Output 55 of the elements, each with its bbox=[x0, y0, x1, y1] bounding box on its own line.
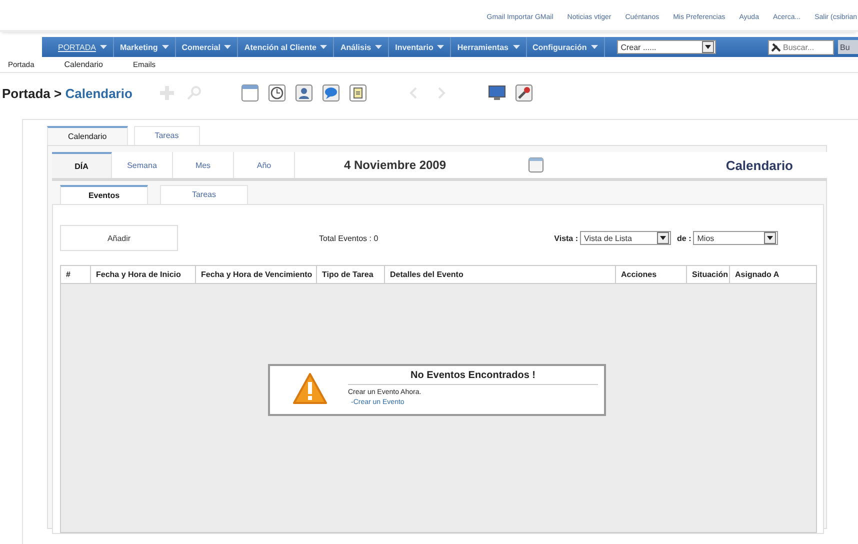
calendar-title: Calendario bbox=[726, 158, 793, 172]
menu-tab[interactable]: PORTADA bbox=[52, 37, 114, 57]
menu-tab[interactable]: Comercial bbox=[176, 37, 238, 57]
caret-icon bbox=[320, 45, 328, 49]
menu-tab[interactable]: Herramientas bbox=[451, 37, 526, 57]
column-header: # bbox=[61, 266, 91, 283]
breadcrumb: Portada > Calendario bbox=[2, 86, 134, 100]
search-box[interactable]: Buscar... bbox=[768, 40, 834, 54]
view-tab[interactable]: Año bbox=[234, 152, 295, 178]
caret-icon bbox=[162, 45, 169, 49]
subnav-link[interactable]: Calendario bbox=[64, 60, 103, 69]
owner-label: de : bbox=[677, 234, 692, 242]
view-tab[interactable]: Semana bbox=[112, 152, 173, 178]
view-select[interactable]: Vista de Lista bbox=[580, 231, 672, 245]
create-select[interactable]: Crear ...... bbox=[616, 40, 716, 54]
tools-icon bbox=[771, 42, 781, 52]
list-tab[interactable]: Eventos bbox=[60, 185, 148, 204]
current-date: 4 Noviembre 2009 bbox=[342, 158, 448, 172]
calendar-icon[interactable] bbox=[528, 157, 544, 173]
menu-tab[interactable]: Marketing bbox=[114, 37, 176, 57]
caret-icon bbox=[375, 45, 382, 49]
clock-icon[interactable] bbox=[268, 84, 286, 102]
speech-bubble-icon[interactable] bbox=[322, 84, 340, 102]
view-tab[interactable]: DÍA bbox=[52, 152, 112, 178]
add-button[interactable]: Añadir bbox=[60, 225, 178, 251]
column-header: Acciones bbox=[616, 266, 687, 283]
warning-icon bbox=[292, 372, 328, 406]
menu-tab[interactable]: Configuración bbox=[526, 37, 605, 57]
column-header: Tipo de Tarea bbox=[317, 266, 385, 283]
owner-select[interactable]: Mios bbox=[693, 231, 778, 245]
calendar-icon[interactable] bbox=[241, 84, 259, 102]
total-events: Total Eventos : 0 bbox=[319, 234, 378, 242]
view-tab[interactable]: Mes bbox=[173, 152, 234, 178]
column-header: Asignado A bbox=[734, 269, 780, 281]
list-tab[interactable]: Tareas bbox=[160, 185, 248, 204]
menu-tab[interactable]: Análisis bbox=[334, 37, 390, 57]
view-label: Vista : bbox=[554, 234, 578, 242]
column-header: Detalles del Evento bbox=[385, 266, 616, 283]
module-tab[interactable]: Tareas bbox=[134, 126, 200, 145]
column-header: Fecha y Hora de Vencimiento bbox=[196, 266, 317, 283]
note-icon[interactable] bbox=[349, 84, 367, 102]
monitor-icon[interactable] bbox=[488, 84, 506, 102]
caret-icon bbox=[512, 45, 520, 49]
caret-icon bbox=[224, 45, 232, 49]
column-header: Fecha y Hora de Inicio bbox=[91, 266, 196, 283]
module-tab[interactable]: Calendario bbox=[47, 126, 128, 145]
menu-tab[interactable]: Atención al Cliente bbox=[238, 37, 334, 57]
caret-icon bbox=[100, 45, 107, 49]
caret-icon bbox=[590, 45, 598, 49]
search-button[interactable]: Bu bbox=[838, 40, 858, 54]
empty-title: No Eventos Encontrados ! bbox=[348, 370, 598, 385]
column-header: Situación bbox=[687, 266, 730, 283]
contact-icon[interactable] bbox=[295, 84, 313, 102]
menu-tab[interactable]: Inventario bbox=[389, 37, 452, 57]
caret-icon bbox=[437, 45, 444, 49]
